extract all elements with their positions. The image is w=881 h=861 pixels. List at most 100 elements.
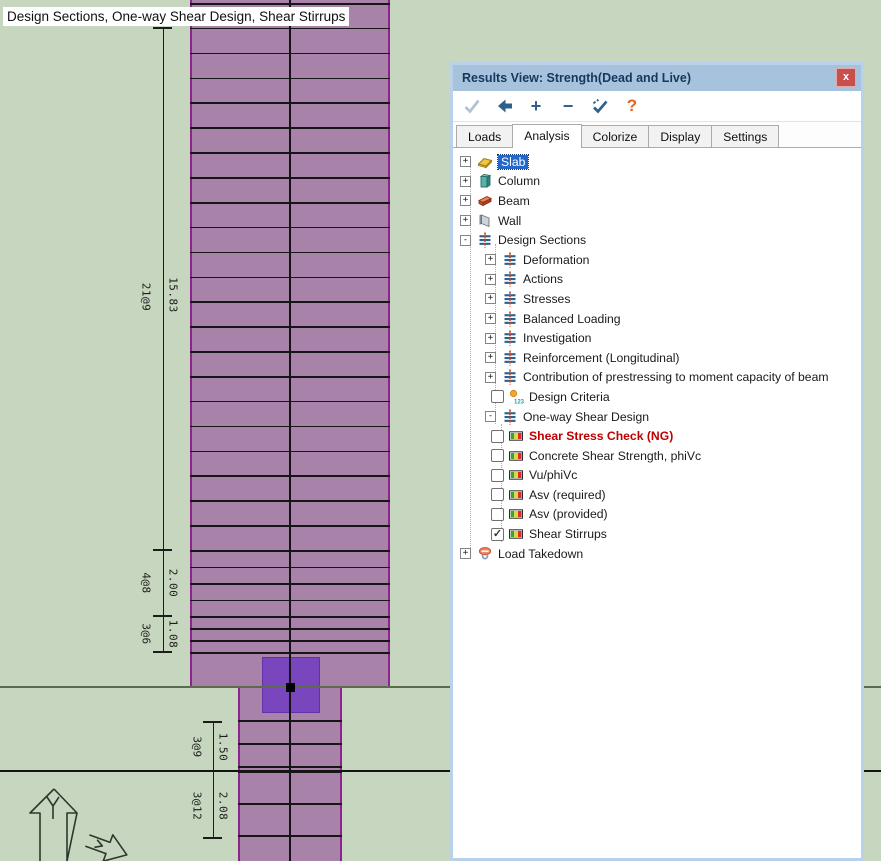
expander-icon[interactable]: +	[460, 548, 471, 559]
checkbox[interactable]	[491, 508, 504, 521]
checkbox[interactable]	[491, 430, 504, 443]
tree-item-shear-stirrups[interactable]: ✓ Shear Stirrups	[453, 524, 861, 544]
add-icon[interactable]: +	[527, 97, 545, 115]
expander-icon[interactable]: +	[460, 176, 471, 187]
dimension-label: 1.50	[217, 733, 230, 762]
close-button[interactable]: x	[836, 68, 856, 87]
checkbox[interactable]	[491, 390, 504, 403]
tree-item-label[interactable]: Concrete Shear Strength, phiVc	[529, 449, 701, 463]
results-tree: + Slab + Column + Beam + Wall -	[453, 148, 861, 858]
dimension-tick	[153, 615, 172, 616]
tree-item-label[interactable]: Shear Stress Check (NG)	[529, 429, 673, 443]
expander-icon[interactable]: +	[460, 156, 471, 167]
tree-item-label[interactable]: Design Sections	[498, 233, 586, 247]
dimension-tick	[153, 549, 172, 550]
tree-item-balanced-loading[interactable]: + Balanced Loading	[453, 309, 861, 329]
tree-item-asv-provided[interactable]: Asv (provided)	[453, 505, 861, 525]
tree-item-wall[interactable]: + Wall	[453, 211, 861, 231]
tree-item-design-sections[interactable]: - Design Sections	[453, 230, 861, 250]
remove-icon[interactable]: −	[559, 97, 577, 115]
tree-item-slab[interactable]: + Slab	[453, 152, 861, 172]
checkbox[interactable]	[491, 469, 504, 482]
tree-item-label[interactable]: One-way Shear Design	[523, 410, 649, 424]
load-takedown-icon	[477, 546, 493, 562]
tree-item-label[interactable]: Asv (required)	[529, 488, 606, 502]
support-node	[286, 683, 295, 692]
tree-item-beam[interactable]: + Beam	[453, 191, 861, 211]
tree-item-label[interactable]: Vu/phiVc	[529, 468, 577, 482]
design-section-icon	[502, 409, 518, 425]
tree-item-contribution-prestressing[interactable]: + Contribution of prestressing to moment…	[453, 368, 861, 388]
tree-item-one-way-shear-design[interactable]: - One-way Shear Design	[453, 407, 861, 427]
tree-item-label[interactable]: Load Takedown	[498, 547, 583, 561]
design-section-icon	[502, 369, 518, 385]
expander-icon[interactable]: +	[485, 254, 496, 265]
colorize-scale-icon	[508, 506, 524, 522]
tree-item-reinforcement[interactable]: + Reinforcement (Longitudinal)	[453, 348, 861, 368]
tree-item-label[interactable]: Wall	[498, 214, 521, 228]
tree-item-label[interactable]: Design Criteria	[529, 390, 610, 404]
dimension-label: 3@12	[191, 792, 204, 821]
tree-item-label[interactable]: Beam	[498, 194, 530, 208]
tab-loads[interactable]: Loads	[456, 125, 513, 147]
tree-item-label[interactable]: Asv (provided)	[529, 507, 608, 521]
tree-item-stresses[interactable]: + Stresses	[453, 289, 861, 309]
colorize-scale-icon	[508, 487, 524, 503]
expander-icon[interactable]: +	[485, 333, 496, 344]
tree-item-label[interactable]: Contribution of prestressing to moment c…	[523, 370, 829, 384]
expander-icon[interactable]: +	[485, 372, 496, 383]
colorize-scale-icon	[508, 428, 524, 444]
tab-colorize[interactable]: Colorize	[581, 125, 650, 147]
checkbox[interactable]	[491, 449, 504, 462]
expander-icon[interactable]: +	[485, 352, 496, 363]
expander-icon[interactable]: -	[460, 235, 471, 246]
dimension-label: 4@8	[140, 572, 153, 593]
tree-item-label[interactable]: Slab	[498, 155, 528, 169]
design-section-icon	[502, 252, 518, 268]
apply-check-icon[interactable]	[463, 97, 481, 115]
back-arrow-icon[interactable]	[495, 97, 513, 115]
expander-icon[interactable]: +	[485, 313, 496, 324]
check-all-icon[interactable]	[591, 97, 609, 115]
design-section-icon	[477, 232, 493, 248]
tree-item-label[interactable]: Actions	[523, 272, 563, 286]
tree-item-vu-phivc[interactable]: Vu/phiVc	[453, 466, 861, 486]
checkbox-checked[interactable]: ✓	[491, 528, 504, 541]
tree-item-investigation[interactable]: + Investigation	[453, 328, 861, 348]
expander-icon[interactable]: -	[485, 411, 496, 422]
design-section-icon	[502, 350, 518, 366]
tree-item-load-takedown[interactable]: + Load Takedown	[453, 544, 861, 564]
dimension-label: 2.08	[217, 792, 230, 821]
tree-item-label[interactable]: Investigation	[523, 331, 591, 345]
tree-item-label[interactable]: Shear Stirrups	[529, 527, 607, 541]
tree-item-label[interactable]: Reinforcement (Longitudinal)	[523, 351, 680, 365]
tab-display[interactable]: Display	[648, 125, 712, 147]
axes-arrow-icon	[10, 778, 145, 861]
dialog-titlebar[interactable]: Results View: Strength(Dead and Live) x	[453, 65, 861, 91]
tree-item-label[interactable]: Stresses	[523, 292, 570, 306]
dimension-tick	[153, 27, 172, 28]
tree-item-label[interactable]: Balanced Loading	[523, 312, 621, 326]
tree-item-asv-required[interactable]: Asv (required)	[453, 485, 861, 505]
tab-settings[interactable]: Settings	[711, 125, 779, 147]
dimension-line-upper	[163, 28, 164, 652]
tree-item-design-criteria[interactable]: Design Criteria	[453, 387, 861, 407]
expander-icon[interactable]: +	[485, 274, 496, 285]
expander-icon[interactable]: +	[485, 293, 496, 304]
tree-item-column[interactable]: + Column	[453, 172, 861, 192]
tree-item-label[interactable]: Deformation	[523, 253, 589, 267]
help-icon[interactable]: ?	[623, 97, 641, 115]
dialog-toolbar: + − ?	[453, 91, 861, 122]
expander-icon[interactable]: +	[460, 195, 471, 206]
tree-item-label[interactable]: Column	[498, 174, 540, 188]
colorize-scale-icon	[508, 526, 524, 542]
tree-item-shear-stress-check[interactable]: Shear Stress Check (NG)	[453, 426, 861, 446]
expander-icon[interactable]: +	[460, 215, 471, 226]
tree-item-actions[interactable]: + Actions	[453, 270, 861, 290]
tree-item-deformation[interactable]: + Deformation	[453, 250, 861, 270]
checkbox[interactable]	[491, 488, 504, 501]
wall-icon	[477, 213, 493, 229]
dimension-label: 15.83	[167, 277, 180, 313]
tab-analysis[interactable]: Analysis	[512, 124, 581, 148]
tree-item-concrete-shear-strength[interactable]: Concrete Shear Strength, phiVc	[453, 446, 861, 466]
